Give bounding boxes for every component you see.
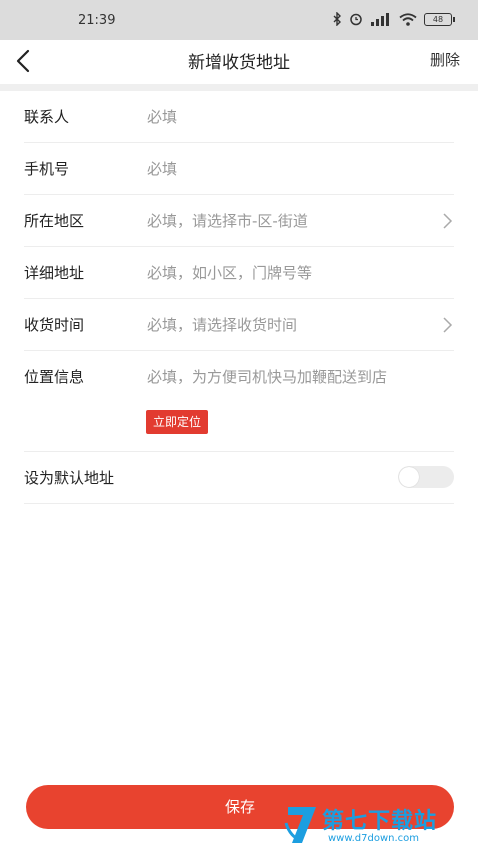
contact-row: 联系人 必填 bbox=[24, 91, 454, 143]
phone-input[interactable]: 必填 bbox=[147, 158, 454, 179]
watermark-logo-icon bbox=[284, 807, 316, 843]
phone-row: 手机号 必填 bbox=[24, 143, 454, 195]
watermark-brand: 第七下载站 bbox=[322, 809, 438, 834]
delivery-time-selector[interactable]: 必填，请选择收货时间 bbox=[147, 314, 454, 335]
nav-bar: 新增收货地址 删除 bbox=[0, 40, 478, 84]
detail-address-row: 详细地址 必填，如小区，门牌号等 bbox=[24, 247, 454, 299]
detail-address-input[interactable]: 必填，如小区，门牌号等 bbox=[147, 262, 454, 283]
bluetooth-icon bbox=[333, 12, 341, 26]
status-icons: 48 bbox=[333, 11, 455, 27]
location-row: 位置信息 必填，为方便司机快马加鞭配送到店 立即定位 bbox=[24, 351, 454, 452]
status-bar: 21:39 48 bbox=[0, 0, 478, 40]
delivery-time-row[interactable]: 收货时间 必填，请选择收货时间 bbox=[24, 299, 454, 351]
wifi-icon bbox=[399, 12, 417, 26]
locate-now-button[interactable]: 立即定位 bbox=[146, 410, 209, 434]
contact-input[interactable]: 必填 bbox=[147, 106, 454, 127]
chevron-right-icon bbox=[443, 213, 453, 229]
watermark: 第七下载站 www.d7down.com bbox=[284, 801, 474, 850]
location-input[interactable]: 必填，为方便司机快马加鞭配送到店 bbox=[147, 366, 454, 387]
delivery-time-label: 收货时间 bbox=[24, 316, 85, 334]
address-form: 联系人 必填 手机号 必填 所在地区 必填，请选择市-区-街道 详细地址 必填，… bbox=[0, 91, 478, 504]
battery-icon: 48 bbox=[424, 12, 455, 26]
signal-icon bbox=[371, 12, 389, 26]
toggle-knob bbox=[399, 467, 419, 487]
default-address-row: 设为默认地址 bbox=[24, 452, 454, 504]
region-row[interactable]: 所在地区 必填，请选择市-区-街道 bbox=[24, 195, 454, 247]
delete-button[interactable]: 删除 bbox=[430, 49, 460, 70]
header-divider bbox=[0, 84, 478, 91]
default-address-label: 设为默认地址 bbox=[24, 469, 115, 487]
phone-label: 手机号 bbox=[24, 160, 70, 178]
default-address-toggle[interactable] bbox=[398, 466, 454, 488]
page-title: 新增收货地址 bbox=[188, 53, 290, 73]
location-label: 位置信息 bbox=[24, 368, 85, 386]
region-label: 所在地区 bbox=[24, 212, 85, 230]
alarm-icon bbox=[350, 13, 362, 26]
chevron-right-icon bbox=[443, 317, 453, 333]
detail-address-label: 详细地址 bbox=[24, 264, 85, 282]
region-selector[interactable]: 必填，请选择市-区-街道 bbox=[147, 210, 454, 231]
watermark-url: www.d7down.com bbox=[328, 833, 420, 844]
contact-label: 联系人 bbox=[24, 108, 70, 126]
status-time: 21:39 bbox=[78, 13, 116, 28]
